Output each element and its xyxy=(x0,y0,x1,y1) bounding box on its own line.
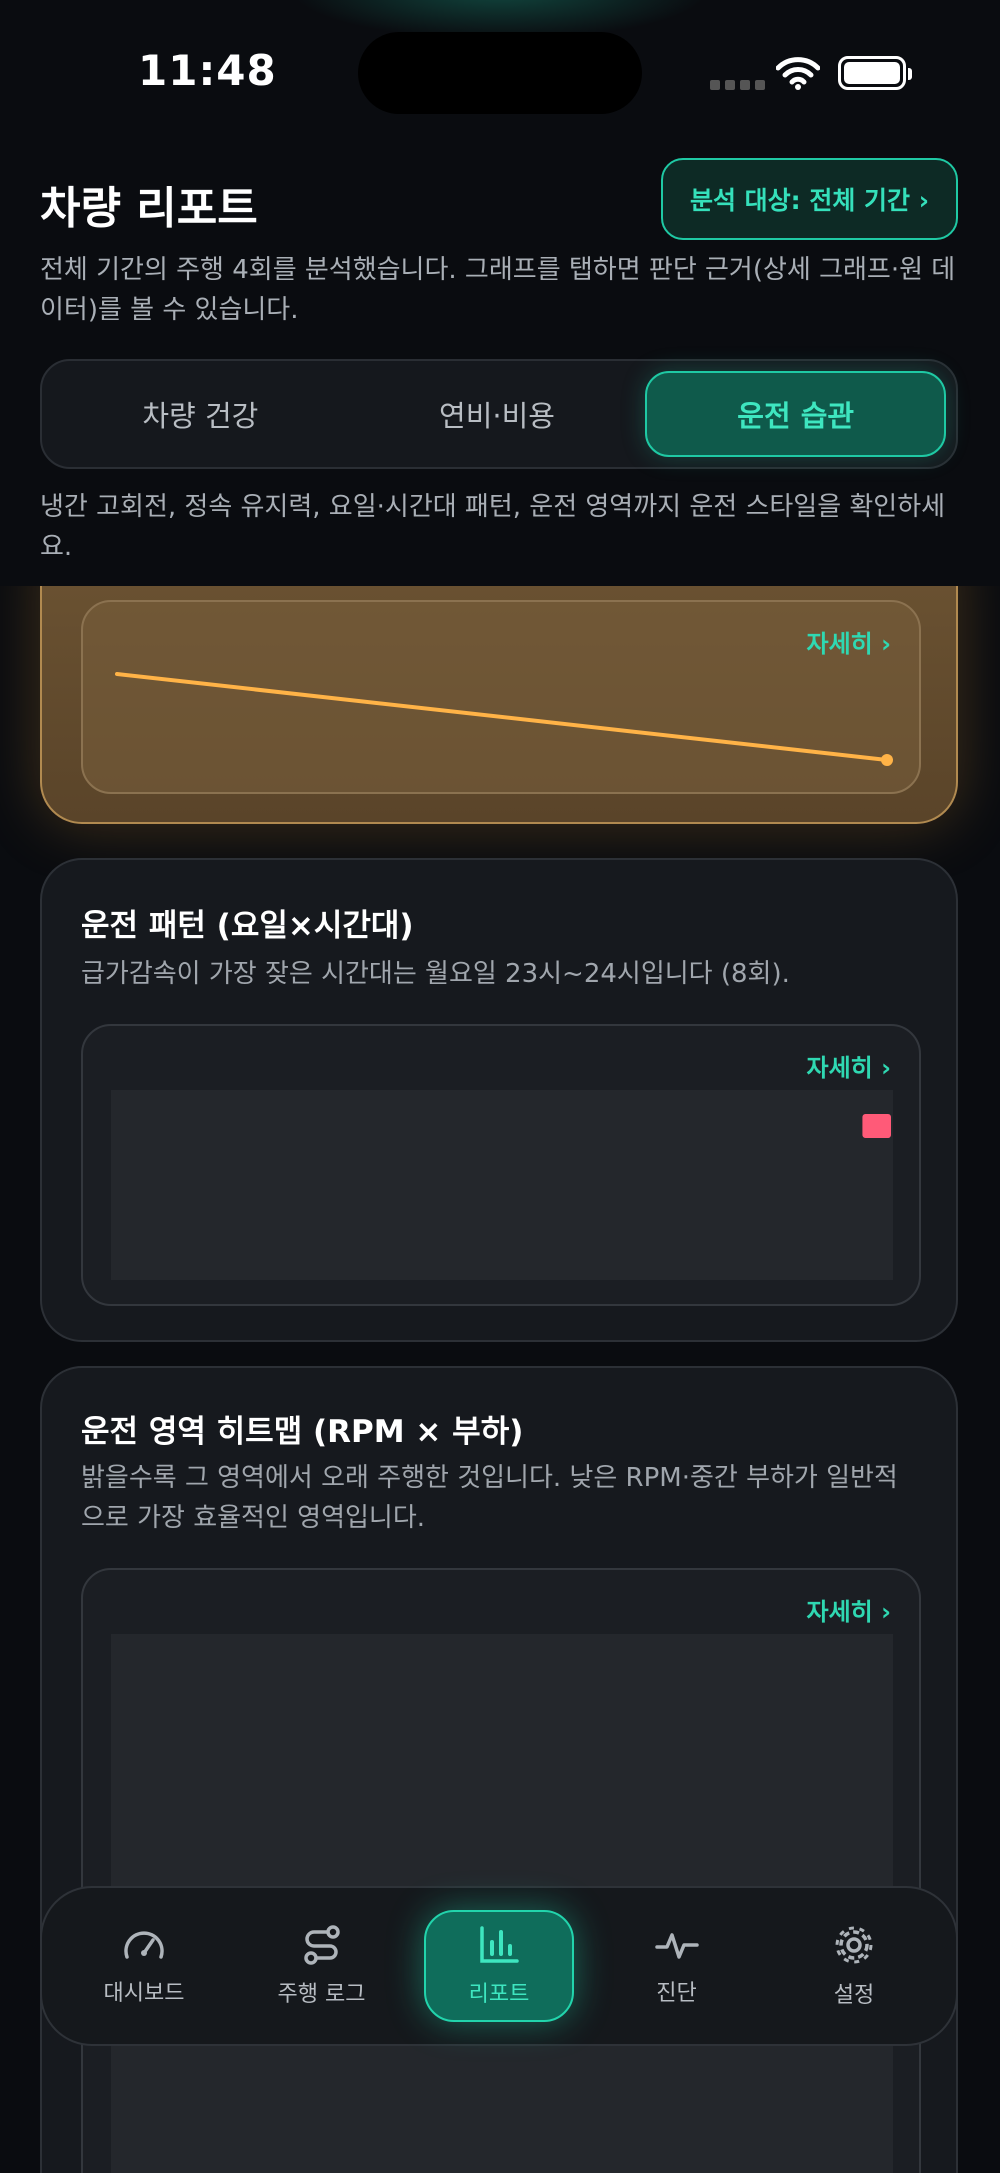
battery-icon xyxy=(838,56,912,90)
pattern-card-subtitle: 급가감속이 가장 잦은 시간대는 월요일 23시~24시입니다 (8회). xyxy=(81,959,790,989)
nav-settings-label: 설정 xyxy=(833,1983,875,2008)
nav-dashboard-label: 대시보드 xyxy=(103,1981,185,2006)
tab-driving-habits[interactable]: 운전 습관 xyxy=(645,371,947,457)
trend-card: 자세히 › xyxy=(40,586,958,824)
nav-diagnosis[interactable]: 진단 xyxy=(602,1910,752,2022)
heatmap-card-subtitle: 밝을수록 그 영역에서 오래 주행한 것입니다. 낮은 RPM·중간 부하가 일… xyxy=(81,1463,898,1533)
nav-report-label: 리포트 xyxy=(468,1982,530,2007)
wifi-icon xyxy=(776,57,820,90)
trend-series-line xyxy=(115,672,889,762)
status-time: 11:48 xyxy=(138,46,277,95)
bottom-navigation: 대시보드 주행 로그 리포트 진단 설정 xyxy=(40,1886,958,2046)
tab-fuel-cost[interactable]: 연비·비용 xyxy=(349,371,646,457)
trend-line-chart xyxy=(115,672,893,766)
cellular-signal-icon xyxy=(710,80,765,90)
heatmap-chart-container[interactable]: 자세히 › xyxy=(81,1568,921,2173)
nav-dashboard[interactable]: 대시보드 xyxy=(69,1910,219,2022)
dynamic-island xyxy=(358,32,642,114)
bar-chart-icon xyxy=(480,1926,519,1963)
pattern-heatmap xyxy=(111,1090,893,1280)
report-tabs: 차량 건강 연비·비용 운전 습관 xyxy=(40,359,958,469)
nav-settings[interactable]: 설정 xyxy=(779,1910,929,2022)
pattern-chart-container[interactable]: 자세히 › xyxy=(81,1024,921,1306)
pattern-card: 운전 패턴 (요일×시간대) 급가감속이 가장 잦은 시간대는 월요일 23시~… xyxy=(40,858,958,1342)
tab-description: 냉간 고회전, 정속 유지력, 요일·시간대 패턴, 운전 영역까지 운전 스타… xyxy=(40,492,946,562)
pattern-card-title: 운전 패턴 (요일×시간대) xyxy=(81,908,414,944)
nav-trip-log-label: 주행 로그 xyxy=(277,1982,366,2007)
gear-icon xyxy=(835,1926,873,1964)
trend-last-point xyxy=(881,754,893,766)
heatmap-card-title: 운전 영역 히트맵 (RPM × 부하) xyxy=(81,1414,524,1450)
nav-diagnosis-label: 진단 xyxy=(656,1981,697,2006)
pulse-icon xyxy=(654,1933,699,1959)
pattern-more-link[interactable]: 자세히 › xyxy=(807,1048,892,1083)
nav-report[interactable]: 리포트 xyxy=(424,1910,574,2022)
tab-vehicle-health[interactable]: 차량 건강 xyxy=(52,371,349,457)
route-icon xyxy=(303,1925,340,1965)
analysis-range-button[interactable]: 분석 대상: 전체 기간 › xyxy=(661,158,958,240)
gauge-icon xyxy=(124,1931,164,1959)
page-description: 전체 기간의 주행 4회를 분석했습니다. 그래프를 탭하면 판단 근거(상세 … xyxy=(40,255,956,325)
nav-trip-log[interactable]: 주행 로그 xyxy=(247,1910,397,2022)
trend-chart-container[interactable]: 자세히 › xyxy=(81,600,921,794)
heatmap-more-link[interactable]: 자세히 › xyxy=(807,1592,892,1627)
rpm-load-heatmap-card: 운전 영역 히트맵 (RPM × 부하) 밝을수록 그 영역에서 오래 주행한 … xyxy=(40,1366,958,2173)
pattern-cell-hot xyxy=(862,1114,891,1138)
page-title: 차량 리포트 xyxy=(40,183,258,234)
